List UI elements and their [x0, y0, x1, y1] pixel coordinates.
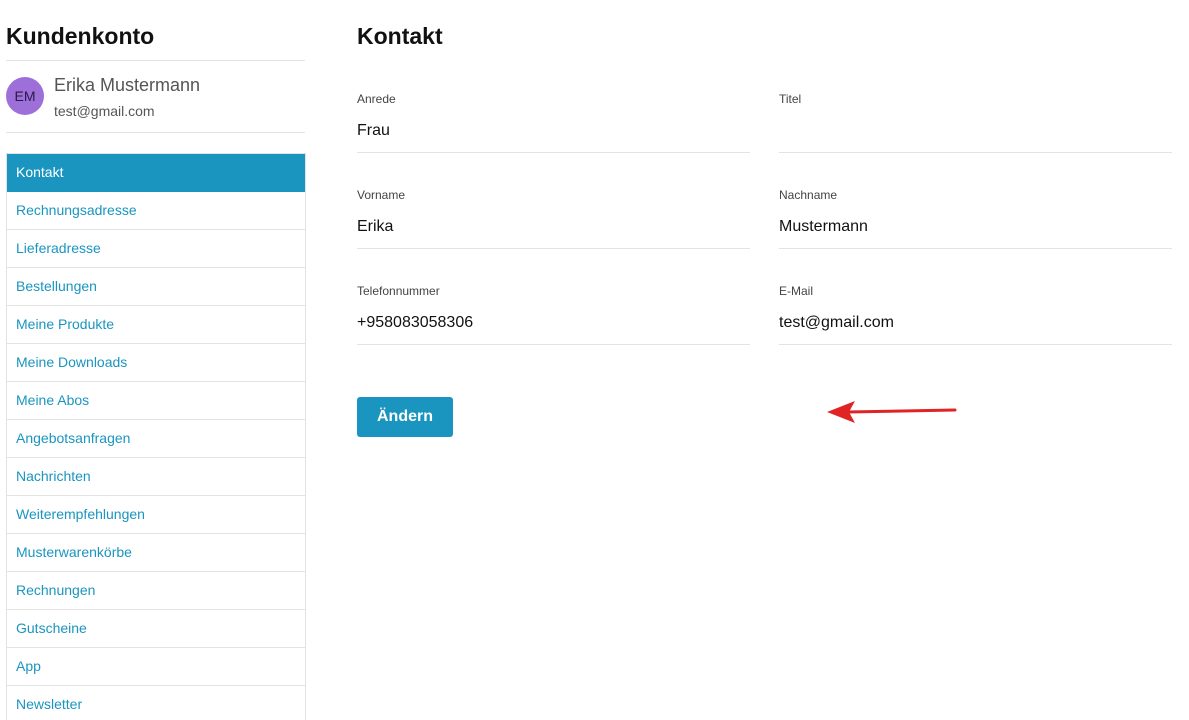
sidebar-item-meine-downloads[interactable]: Meine Downloads — [7, 344, 305, 382]
account-page: Kundenkonto EM Erika Mustermann test@gma… — [0, 0, 1189, 720]
account-nav: Kontakt Rechnungsadresse Lieferadresse B… — [6, 153, 306, 720]
user-email: test@gmail.com — [54, 103, 155, 119]
sidebar-item-lieferadresse[interactable]: Lieferadresse — [7, 230, 305, 268]
sidebar-item-angebotsanfragen[interactable]: Angebotsanfragen — [7, 420, 305, 458]
phone-label: Telefonnummer — [357, 284, 440, 298]
edit-button[interactable]: Ändern — [357, 397, 453, 437]
email-label: E-Mail — [779, 284, 814, 298]
phone-field[interactable]: Telefonnummer +958083058306 — [357, 284, 750, 345]
email-value: test@gmail.com — [779, 314, 894, 331]
sidebar-item-rechnungen[interactable]: Rechnungen — [7, 572, 305, 610]
sidebar-item-musterwarenkoerbe[interactable]: Musterwarenkörbe — [7, 534, 305, 572]
last-name-value: Mustermann — [779, 218, 868, 235]
first-name-label: Vorname — [357, 188, 406, 202]
sidebar: Kundenkonto EM Erika Mustermann test@gma… — [6, 0, 306, 720]
sidebar-item-newsletter[interactable]: Newsletter — [7, 686, 305, 720]
salutation-value: Frau — [357, 122, 390, 139]
sidebar-item-rechnungsadresse[interactable]: Rechnungsadresse — [7, 192, 305, 230]
salutation-label: Anrede — [357, 92, 396, 106]
first-name-field[interactable]: Vorname Erika — [357, 188, 750, 249]
avatar: EM — [6, 77, 44, 115]
user-profile: EM Erika Mustermann test@gmail.com — [6, 61, 305, 133]
sidebar-item-nachrichten[interactable]: Nachrichten — [7, 458, 305, 496]
last-name-field[interactable]: Nachname Mustermann — [779, 188, 1172, 249]
sidebar-item-weiterempfehlungen[interactable]: Weiterempfehlungen — [7, 496, 305, 534]
user-name: Erika Mustermann — [54, 75, 201, 95]
email-field[interactable]: E-Mail test@gmail.com — [779, 284, 1172, 345]
last-name-label: Nachname — [779, 188, 838, 202]
sidebar-title: Kundenkonto — [6, 0, 305, 61]
page-title: Kontakt — [357, 23, 443, 49]
sidebar-item-app[interactable]: App — [7, 648, 305, 686]
sidebar-item-meine-abos[interactable]: Meine Abos — [7, 382, 305, 420]
title-label: Titel — [779, 92, 802, 106]
sidebar-item-kontakt[interactable]: Kontakt — [7, 154, 305, 192]
title-field[interactable]: Titel — [779, 92, 1172, 153]
sidebar-item-bestellungen[interactable]: Bestellungen — [7, 268, 305, 306]
sidebar-item-meine-produkte[interactable]: Meine Produkte — [7, 306, 305, 344]
sidebar-item-gutscheine[interactable]: Gutscheine — [7, 610, 305, 648]
annotation-arrow-icon — [827, 401, 957, 423]
salutation-field[interactable]: Anrede Frau — [357, 92, 750, 153]
first-name-value: Erika — [357, 218, 394, 235]
phone-value: +958083058306 — [357, 314, 474, 331]
